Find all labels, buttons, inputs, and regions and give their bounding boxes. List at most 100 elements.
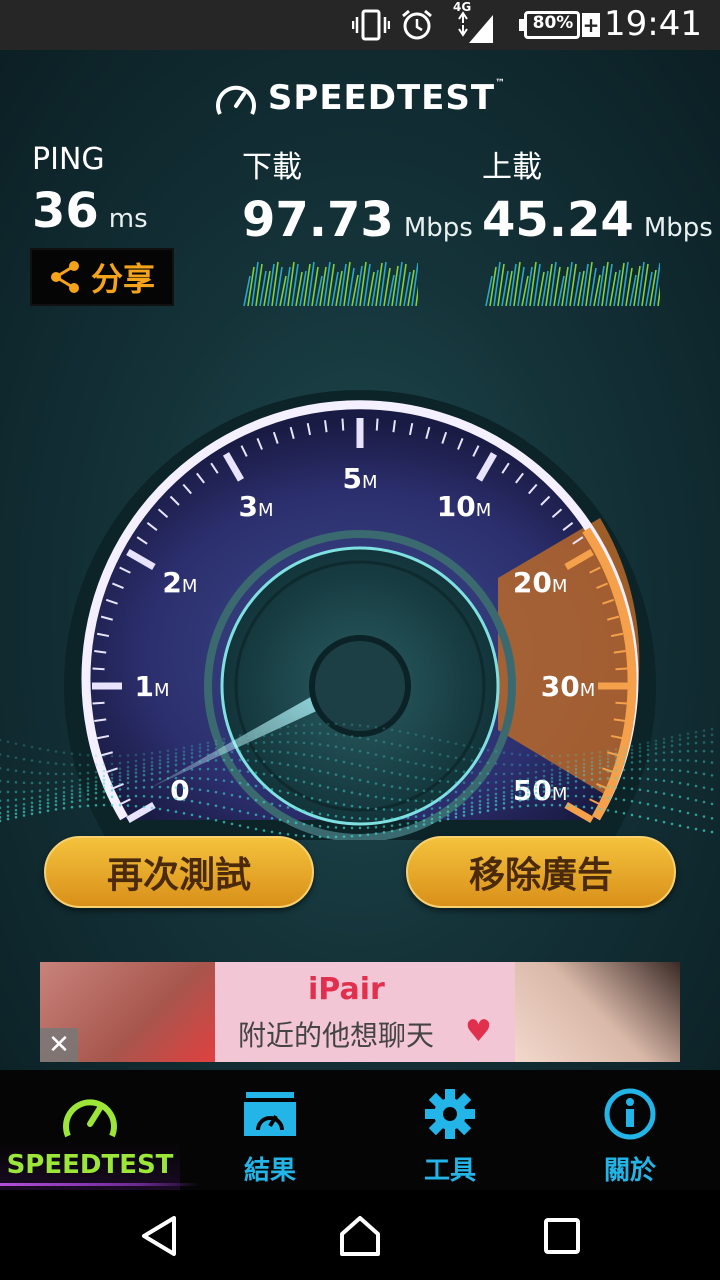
wave-dot [542, 785, 546, 789]
wave-dot [582, 762, 586, 766]
wave-dot [702, 800, 706, 804]
wave-dot [86, 753, 90, 757]
wave-dot [694, 741, 698, 745]
wave-dot [6, 799, 10, 802]
wave-dot [254, 827, 258, 831]
wave-dot [0, 811, 2, 815]
wave-dot [406, 816, 410, 819]
wave-dot [566, 781, 570, 784]
wave-dot [398, 798, 402, 802]
wave-dot [486, 798, 490, 801]
wave-dot [118, 788, 122, 791]
wave-dot [430, 751, 434, 755]
wave-dot [606, 760, 610, 764]
wave-dot [430, 778, 434, 782]
wave-dot [574, 775, 578, 778]
remove-ads-button[interactable]: 移除廣告 [406, 836, 676, 908]
wave-dot [126, 754, 130, 757]
wave-dot [478, 760, 482, 764]
wave-dot [678, 809, 682, 813]
wave-dot [302, 809, 306, 813]
wave-dot [526, 793, 530, 796]
wave-dot [622, 768, 626, 772]
wave-dot [590, 795, 594, 798]
wave-dot [494, 796, 498, 800]
wave-dot [390, 824, 394, 827]
wave-dot [94, 770, 98, 774]
wave-dot [294, 778, 298, 782]
wave-dot [494, 750, 498, 753]
wave-dot [262, 741, 266, 744]
wave-dot [238, 738, 242, 741]
wave-dot [382, 831, 386, 834]
wave-dot [334, 745, 338, 749]
wave-dot [254, 759, 258, 763]
wave-dot [278, 831, 282, 835]
tab-tools[interactable]: 工具 [360, 1070, 540, 1190]
wave-dot [86, 763, 90, 767]
wave-dot [174, 776, 178, 780]
ad-banner[interactable]: iPair 附近的他想聊天 ♥ ✕ [40, 962, 680, 1062]
wave-dot [446, 799, 450, 802]
wave-dot [486, 805, 490, 808]
wave-dot [318, 732, 322, 735]
wave-dot [150, 806, 154, 810]
back-icon[interactable] [138, 1214, 182, 1258]
wave-dot [102, 790, 106, 793]
wave-dot [494, 772, 498, 776]
share-button[interactable]: 分享 [30, 248, 174, 306]
tab-about[interactable]: 關於 [540, 1070, 720, 1190]
wave-dot [126, 765, 130, 769]
wave-dot [14, 742, 18, 745]
wave-dot [318, 784, 322, 787]
wave-dot [606, 777, 610, 780]
wave-dot [614, 759, 618, 762]
wave-dot [174, 769, 178, 772]
recents-icon[interactable] [540, 1214, 584, 1258]
wave-dot [454, 812, 458, 816]
retest-button[interactable]: 再次測試 [44, 836, 314, 908]
home-icon[interactable] [338, 1214, 382, 1258]
wave-dot [654, 790, 658, 794]
wave-dot [318, 798, 322, 802]
wave-dot [78, 778, 82, 782]
wave-dot [62, 806, 66, 810]
wave-dot [622, 762, 626, 765]
wave-dot [190, 748, 194, 752]
share-label: 分享 [90, 260, 155, 298]
wave-dot [222, 779, 226, 782]
wave-dot [550, 784, 554, 787]
wave-dot [590, 785, 594, 789]
wave-dot [526, 797, 530, 801]
wave-dot [174, 786, 178, 789]
wave-dot [638, 760, 642, 763]
minor-tick [375, 418, 379, 431]
wave-dot [38, 789, 42, 793]
wave-dot [206, 789, 210, 793]
wave-dot [462, 790, 466, 794]
ad-close-button[interactable]: ✕ [40, 1028, 78, 1062]
wave-dot [166, 760, 170, 764]
wave-dot [430, 821, 434, 824]
wave-dot [110, 795, 114, 799]
wave-dot [558, 775, 562, 778]
wave-dot [14, 804, 18, 807]
wave-dot [654, 747, 658, 750]
wave-dot [598, 750, 602, 754]
wave-dot [606, 796, 610, 800]
wave-dot [534, 796, 538, 800]
wave-dot [222, 741, 226, 744]
wave-dot [222, 751, 226, 754]
wave-dot [670, 735, 674, 739]
wave-dot [246, 797, 250, 800]
wave-dot [550, 773, 554, 776]
wave-dot [446, 790, 450, 794]
wave-dot [686, 783, 690, 786]
wave-dot [382, 825, 386, 828]
tab-speedtest[interactable]: SPEEDTEST [0, 1070, 200, 1190]
wave-dot [278, 818, 282, 822]
wave-dot [550, 754, 554, 758]
wave-dot [310, 723, 314, 726]
tab-results[interactable]: 結果 [180, 1070, 360, 1190]
wave-dot [414, 747, 418, 751]
